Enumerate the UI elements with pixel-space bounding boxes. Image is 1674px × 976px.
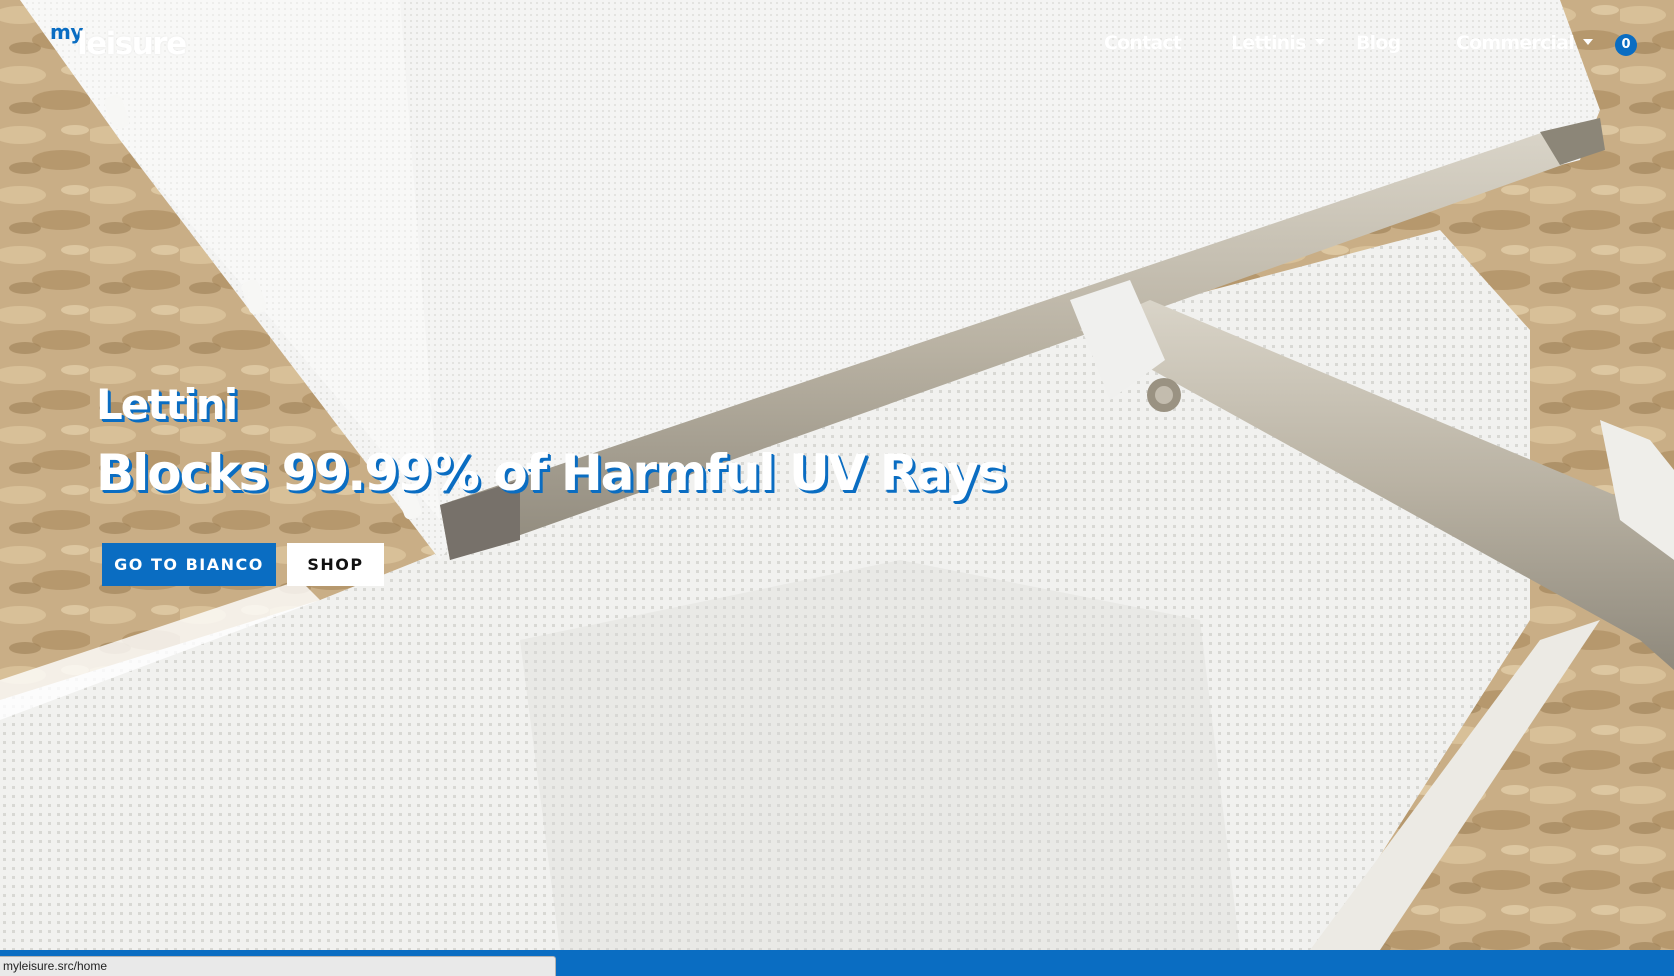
hero-subtitle: Lettini [96,380,238,429]
nav-item-label: Contact [1104,32,1182,54]
nav-item-label: Lettinis [1231,32,1306,54]
chevron-down-icon [1582,39,1593,45]
logo-wordmark: leisure [77,26,187,62]
nav-item-commercial[interactable]: Commercial [1456,32,1593,54]
cart-count-badge[interactable]: 0 [1615,34,1637,56]
hero-title: Blocks 99.99% of Harmful UV Rays [96,444,1007,502]
nav-item-label: Blog [1356,32,1401,54]
site-logo[interactable]: my leisure [50,20,190,64]
nav-item-label: Commercial [1456,32,1575,54]
nav-item-blog[interactable]: Blog [1356,32,1401,54]
chevron-down-icon [1314,39,1325,45]
go-to-bianco-button[interactable]: GO TO BIANCO [102,543,276,586]
nav-item-contact[interactable]: Contact [1104,32,1182,54]
shop-button[interactable]: SHOP [287,543,384,586]
status-bar-url: myleisure.src/home [0,956,556,976]
nav-item-lettinis[interactable]: Lettinis [1231,32,1325,54]
